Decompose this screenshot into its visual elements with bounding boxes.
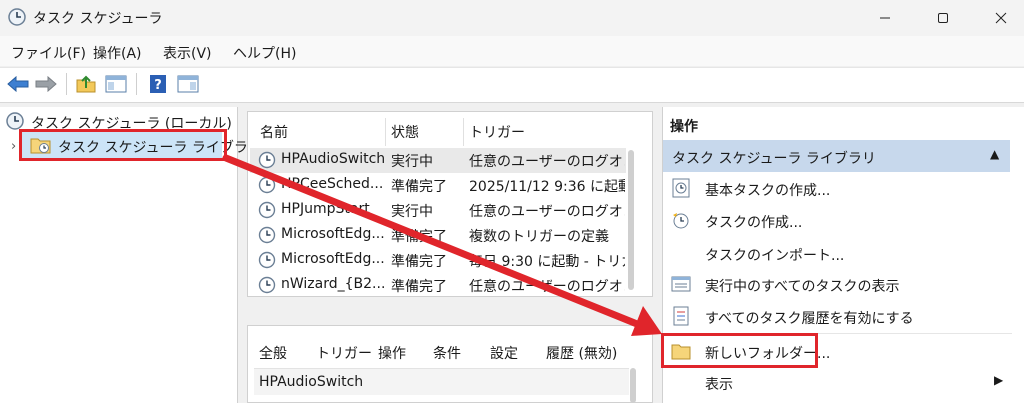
back-button[interactable] xyxy=(6,72,30,96)
detail-task-name: HPAudioSwitch xyxy=(259,374,364,390)
task-trigger: 2025/11/12 9:36 に起動 xyxy=(469,179,625,195)
forward-button[interactable] xyxy=(34,72,58,96)
up-one-level-button[interactable] xyxy=(74,72,98,96)
task-status: 準備完了 xyxy=(391,229,447,245)
task-name: HPJumpStart xyxy=(281,201,370,217)
annotation-highlight-box xyxy=(661,333,818,368)
scrollbar[interactable] xyxy=(628,150,634,290)
collapse-up-icon[interactable]: ▲ xyxy=(990,147,999,161)
basic-task-icon xyxy=(672,178,690,198)
column-divider[interactable] xyxy=(463,118,464,146)
task-clock-icon xyxy=(258,226,276,244)
tab-history[interactable]: 履歴 (無効) xyxy=(546,343,617,363)
task-trigger: 任意のユーザーのログオン時 xyxy=(469,154,625,170)
clock-app-icon xyxy=(8,8,26,26)
forward-arrow-icon xyxy=(35,76,57,92)
action-create-basic-task[interactable]: 基本タスクの作成... xyxy=(705,180,830,200)
task-status: 実行中 xyxy=(391,154,433,170)
action-view[interactable]: 表示 xyxy=(705,374,733,394)
annotation-highlight-box xyxy=(19,129,227,161)
close-button[interactable] xyxy=(978,0,1024,36)
tab-triggers[interactable]: トリガー xyxy=(316,343,372,363)
task-clock-icon xyxy=(258,276,276,294)
action-enable-history[interactable]: すべてのタスク履歴を有効にする xyxy=(705,308,914,328)
action-show-running-tasks[interactable]: 実行中のすべてのタスクの表示 xyxy=(705,276,899,296)
running-tasks-icon xyxy=(671,276,691,292)
task-name: MicrosoftEdg... xyxy=(281,251,385,267)
chevron-right-icon: ▶ xyxy=(994,373,1004,387)
task-clock-icon xyxy=(258,176,276,194)
scrollbar[interactable] xyxy=(630,368,636,403)
task-clock-icon xyxy=(258,201,276,219)
actions-section-title: タスク スケジューラ ライブラリ xyxy=(672,151,876,167)
column-divider[interactable] xyxy=(385,118,386,146)
svg-text:?: ? xyxy=(154,78,162,93)
column-header-status[interactable]: 状態 xyxy=(391,122,419,142)
task-status: 準備完了 xyxy=(391,279,447,295)
tab-settings[interactable]: 設定 xyxy=(490,343,518,363)
help-icon: ? xyxy=(150,75,166,93)
task-name: HPAudioSwitch xyxy=(281,151,385,167)
task-trigger: 毎日 9:30 に起動 - トリガ xyxy=(469,254,625,270)
actions-pane-title: 操作 xyxy=(670,119,698,135)
menu-view[interactable]: 表示(V) xyxy=(163,43,212,63)
back-arrow-icon xyxy=(7,76,29,92)
tab-conditions[interactable]: 条件 xyxy=(433,343,461,363)
menu-help[interactable]: ヘルプ(H) xyxy=(233,43,296,63)
task-status: 準備完了 xyxy=(391,254,447,270)
help-button[interactable]: ? xyxy=(146,72,170,96)
minimize-icon xyxy=(880,17,890,19)
task-name: nWizard_{B2... xyxy=(281,276,385,292)
up-folder-icon xyxy=(76,75,96,93)
menu-file[interactable]: ファイル(F) xyxy=(11,43,86,63)
task-status: 準備完了 xyxy=(391,179,447,195)
toolbar-separator xyxy=(66,73,67,95)
task-status: 実行中 xyxy=(391,204,433,220)
history-icon xyxy=(673,306,689,326)
show-action-pane-button[interactable] xyxy=(176,72,200,96)
menu-bar xyxy=(0,36,1024,66)
chevron-right-icon[interactable]: › xyxy=(11,139,16,154)
minimize-button[interactable] xyxy=(862,0,908,36)
task-trigger: 任意のユーザーのログオン時 xyxy=(469,279,625,295)
task-name: MicrosoftEdg... xyxy=(281,226,385,242)
column-header-name[interactable]: 名前 xyxy=(260,122,288,142)
column-header-trigger[interactable]: トリガー xyxy=(469,122,525,142)
task-name: HPCeeSched... xyxy=(281,176,384,192)
task-clock-icon xyxy=(258,251,276,269)
maximize-icon xyxy=(938,13,948,23)
show-hide-tree-button[interactable] xyxy=(104,72,128,96)
action-create-task[interactable]: タスクの作成... xyxy=(705,212,802,232)
menu-action[interactable]: 操作(A) xyxy=(93,43,142,63)
create-task-icon xyxy=(673,213,689,229)
maximize-button[interactable] xyxy=(920,0,966,36)
tab-actions[interactable]: 操作 xyxy=(378,343,406,363)
toolbar-separator xyxy=(136,73,137,95)
task-trigger: 任意のユーザーのログオン時 xyxy=(469,204,625,220)
show-hide-console-tree-icon xyxy=(105,75,127,93)
close-icon xyxy=(995,12,1007,24)
window-title: タスク スケジューラ xyxy=(33,11,163,27)
task-trigger: 複数のトリガーの定義 xyxy=(469,229,609,245)
action-pane-icon xyxy=(177,75,199,93)
action-import-task[interactable]: タスクのインポート... xyxy=(705,245,844,265)
tab-general[interactable]: 全般 xyxy=(259,343,287,363)
clock-icon xyxy=(6,112,24,130)
task-clock-icon xyxy=(258,151,276,169)
